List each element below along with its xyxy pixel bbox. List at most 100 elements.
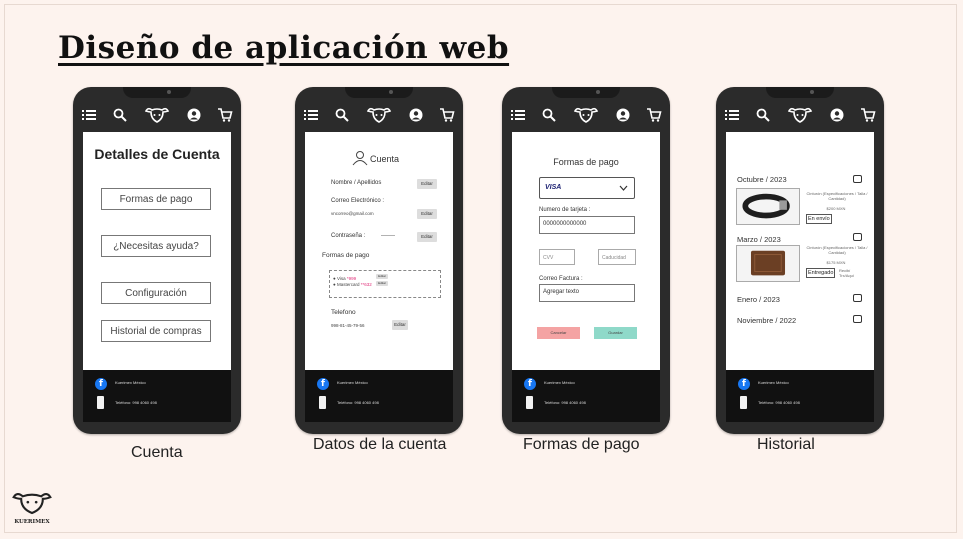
user-icon[interactable]: [408, 107, 424, 123]
item-description: Cinturón (Especificaciones / Talla / Can…: [806, 191, 868, 201]
search-icon[interactable]: [112, 107, 128, 123]
bull-logo-icon[interactable]: [144, 105, 170, 125]
cvv-placeholder: CVV: [543, 255, 554, 261]
phone-notch: [123, 87, 191, 98]
search-icon[interactable]: [541, 107, 557, 123]
invoice-placeholder: Agregar texto: [543, 289, 580, 295]
footer-phone: Teléfono: 998 4060 498: [758, 400, 800, 405]
nav-bar: [502, 99, 670, 131]
menu-icon[interactable]: [510, 107, 526, 123]
user-outline-icon: [352, 151, 368, 166]
expand-checkbox[interactable]: [853, 294, 862, 302]
footer: f Kuerimex México Teléfono: 998 4060 498: [512, 370, 660, 422]
phone-icon: [319, 396, 326, 409]
phone-value: 998-81-45-79-56: [331, 323, 365, 328]
bull-logo-icon[interactable]: [366, 105, 392, 125]
card-number-label: Numero de tarjeta :: [539, 207, 591, 213]
help-button[interactable]: ¿Necesitas ayuda?: [101, 235, 211, 257]
expand-checkbox[interactable]: [853, 233, 862, 241]
wallet-image-icon: [750, 250, 786, 276]
footer-brand: Kuerimex México: [337, 380, 368, 385]
edit-password-button[interactable]: Editar: [417, 232, 437, 242]
cart-icon[interactable]: [646, 107, 662, 123]
phone-notch: [345, 87, 413, 98]
cancel-button[interactable]: Cancelar: [537, 327, 580, 339]
user-icon[interactable]: [829, 107, 845, 123]
invoice-label: Correo Factura :: [539, 276, 583, 282]
status-badge: Entregado: [806, 268, 836, 278]
bull-logo-icon: [12, 493, 52, 515]
month-label: Marzo / 2023: [737, 235, 781, 244]
screen-pago: Formas de pago VISA Numero de tarjeta : …: [512, 132, 660, 370]
card-number-input[interactable]: 0000000000000: [539, 216, 635, 234]
item-price: $175 MXN: [826, 260, 846, 265]
month-label: Enero / 2023: [737, 295, 780, 304]
mastercard-line: ● Mastercard **632: [333, 282, 372, 287]
phone-notch: [552, 87, 620, 98]
expiry-input[interactable]: Caducidad: [598, 249, 636, 265]
phone-icon: [97, 396, 104, 409]
menu-icon[interactable]: [724, 107, 740, 123]
phone-icon: [740, 396, 747, 409]
belt-thumbnail[interactable]: [736, 188, 800, 225]
screen-datos: Cuenta Nombre / Apellidos Editar Correo …: [305, 132, 453, 370]
wallet-thumbnail[interactable]: [736, 245, 800, 282]
menu-icon[interactable]: [81, 107, 97, 123]
search-icon[interactable]: [334, 107, 350, 123]
phone-datos: Cuenta Nombre / Apellidos Editar Correo …: [295, 87, 463, 434]
caption-datos: Datos de la cuenta: [313, 436, 447, 453]
item-extra: Recibí Trx/Aqui: [839, 268, 854, 278]
payment-methods-box: ● Visa *999 Editar ● Mastercard **632 Ed…: [329, 270, 441, 298]
edit-mastercard-button[interactable]: Editar: [376, 281, 388, 286]
nav-bar: [295, 99, 463, 131]
account-heading: Detalles de Cuenta: [94, 146, 220, 162]
facebook-icon[interactable]: f: [738, 378, 750, 390]
user-icon[interactable]: [186, 107, 202, 123]
bull-logo-icon[interactable]: [573, 105, 599, 125]
cvv-input[interactable]: CVV: [539, 249, 575, 265]
cart-icon[interactable]: [860, 107, 876, 123]
expand-checkbox[interactable]: [853, 315, 862, 323]
invoice-input[interactable]: Agregar texto: [539, 284, 635, 302]
visa-line: ● Visa *999: [333, 276, 357, 281]
menu-icon[interactable]: [303, 107, 319, 123]
facebook-icon[interactable]: f: [95, 378, 107, 390]
purchase-history-button[interactable]: Historial de compras: [101, 320, 211, 342]
caption-pago: Formas de pago: [523, 436, 640, 453]
expand-checkbox[interactable]: [853, 175, 862, 183]
month-label: Noviembre / 2022: [737, 316, 797, 325]
facebook-icon[interactable]: f: [524, 378, 536, 390]
edit-visa-button[interactable]: Editar: [376, 274, 388, 279]
account-heading: Cuenta: [370, 154, 400, 164]
phone-pago: Formas de pago VISA Numero de tarjeta : …: [502, 87, 670, 434]
phone-icon: [526, 396, 533, 409]
payment-methods-button[interactable]: Formas de pago: [101, 188, 211, 210]
facebook-icon[interactable]: f: [317, 378, 329, 390]
password-label: Contraseña :: [331, 233, 366, 239]
card-type-select[interactable]: VISA: [539, 177, 635, 199]
footer-phone: Teléfono: 998 4060 498: [115, 400, 157, 405]
payment-heading: Formas de pago: [553, 157, 619, 167]
cart-icon[interactable]: [439, 107, 455, 123]
edit-email-button[interactable]: Editar: [417, 209, 437, 219]
user-icon[interactable]: [615, 107, 631, 123]
item-description: Cinturón (Especificaciones / Talla / Can…: [806, 245, 868, 255]
search-icon[interactable]: [755, 107, 771, 123]
cart-icon[interactable]: [217, 107, 233, 123]
name-label: Nombre / Apellidos: [331, 180, 382, 186]
password-value: -------: [381, 233, 395, 239]
bull-logo-icon[interactable]: [787, 105, 813, 125]
nav-bar: [716, 99, 884, 131]
email-value: vncorreo@gmail.com: [331, 211, 374, 216]
page-title: Diseño de aplicación web: [58, 30, 510, 66]
screen-cuenta: Detalles de Cuenta Formas de pago ¿Neces…: [83, 132, 231, 370]
save-button[interactable]: Guardar: [594, 327, 637, 339]
visa-brand: VISA: [545, 184, 562, 191]
month-label: Octubre / 2023: [737, 175, 787, 184]
footer-brand: Kuerimex México: [544, 380, 575, 385]
edit-name-button[interactable]: Editar: [417, 179, 437, 189]
belt-image-icon: [742, 193, 790, 219]
settings-button[interactable]: Configuración: [101, 282, 211, 304]
footer-brand: Kuerimex México: [758, 380, 789, 385]
edit-phone-button[interactable]: Editar: [392, 320, 408, 330]
